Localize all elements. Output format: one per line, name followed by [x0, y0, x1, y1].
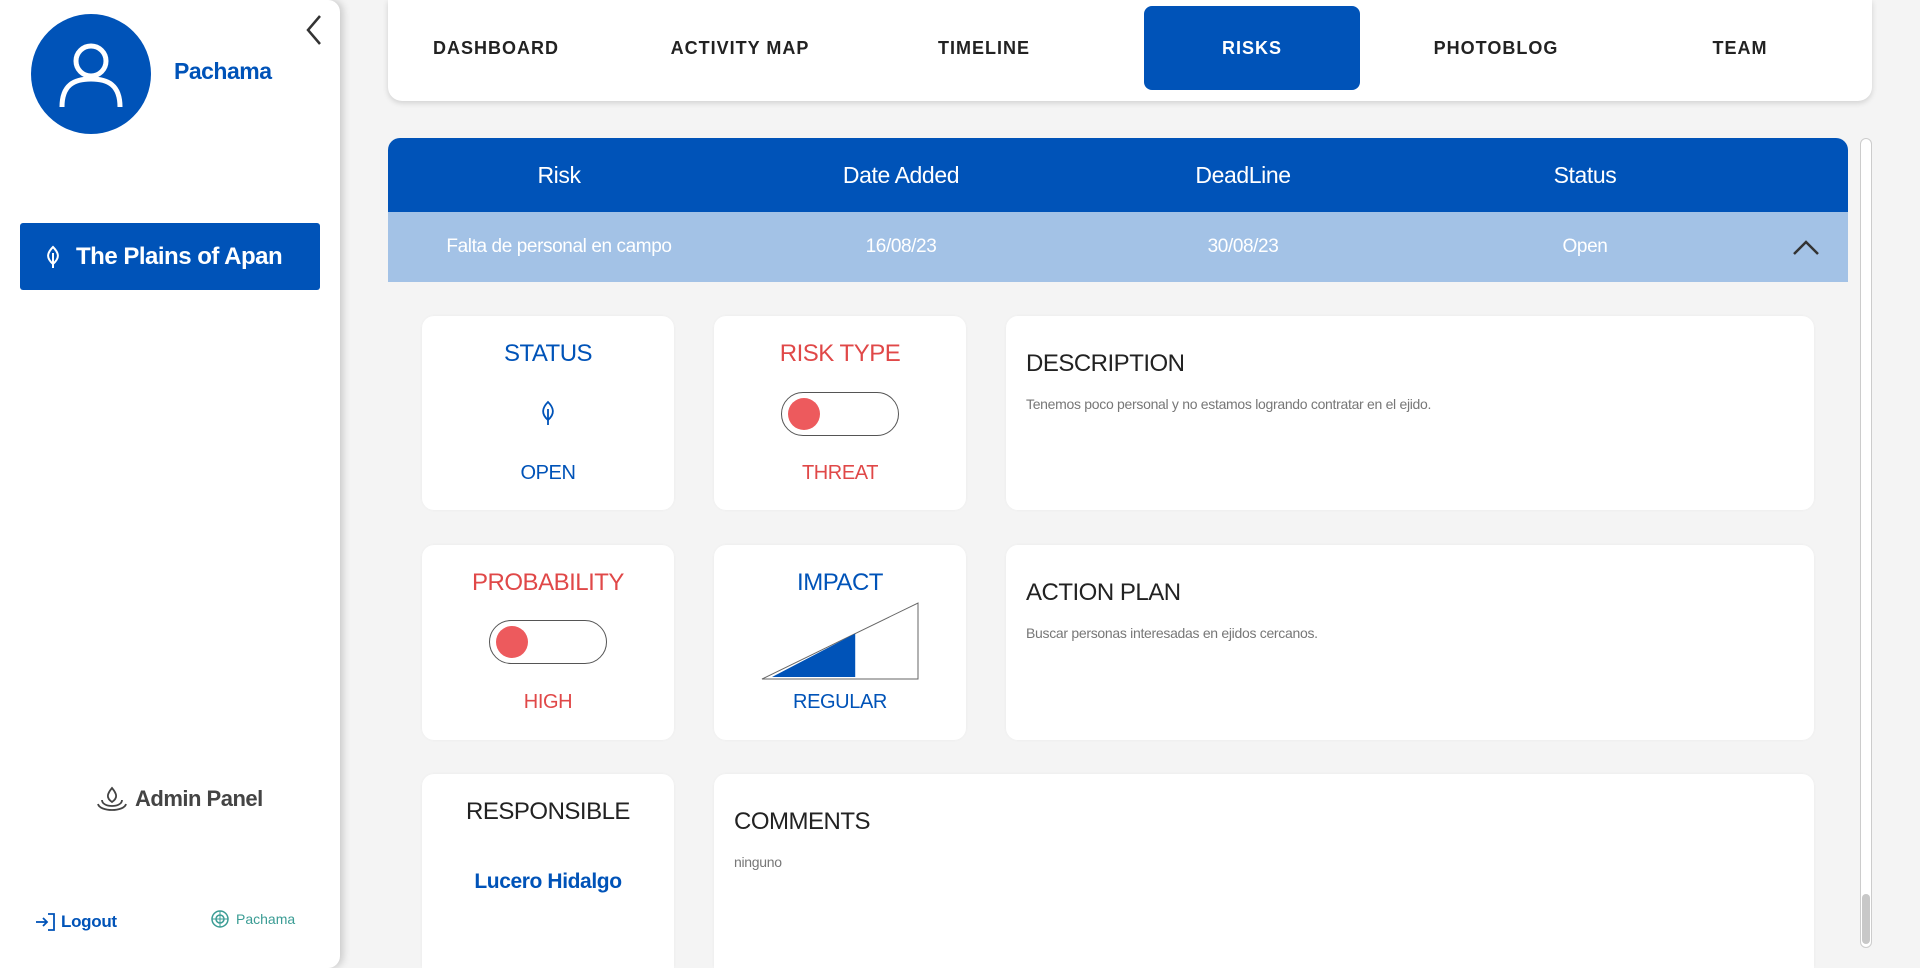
impact-value: REGULAR: [793, 691, 887, 713]
leaf-icon: [47, 245, 59, 268]
impact-card: IMPACT REGULAR: [714, 545, 966, 740]
header-status: Status: [1553, 161, 1617, 188]
probability-card: PROBABILITY HIGH: [422, 545, 674, 740]
action-plan-text: Buscar personas interesadas en ejidos ce…: [1026, 625, 1318, 641]
row-deadline: 30/08/23: [1207, 236, 1279, 257]
tab-team[interactable]: TEAM: [1632, 6, 1848, 90]
collapse-sidebar-button[interactable]: [300, 10, 330, 50]
admin-panel-label: Admin Panel: [135, 786, 263, 811]
toggle-knob: [788, 398, 820, 430]
header-deadline: DeadLine: [1195, 161, 1291, 188]
status-title: STATUS: [503, 340, 593, 367]
tab-timeline[interactable]: TIMELINE: [876, 6, 1092, 90]
project-label: The Plains of Apan: [76, 242, 283, 270]
project-button[interactable]: The Plains of Apan: [20, 223, 320, 290]
comments-card: COMMENTS ninguno: [714, 774, 1814, 968]
tab-activity-map[interactable]: ACTIVITY MAP: [632, 6, 848, 90]
description-text: Tenemos poco personal y no estamos logra…: [1026, 396, 1432, 412]
drop-icon: [97, 786, 127, 811]
scrollbar-thumb[interactable]: [1862, 894, 1870, 944]
tab-photoblog[interactable]: PHOTOBLOG: [1388, 6, 1604, 90]
risk-type-card: RISK TYPE THREAT: [714, 316, 966, 510]
impact-title: IMPACT: [797, 569, 883, 596]
table-row[interactable]: Falta de personal en campo 16/08/23 30/0…: [388, 212, 1848, 282]
sidebar: Pachama The Plains of Apan Admin Panel L…: [0, 0, 340, 968]
toggle-knob: [496, 626, 528, 658]
avatar: [31, 14, 151, 134]
chevron-up-icon: [1793, 240, 1819, 255]
user-name: Pachama: [174, 58, 272, 84]
probability-value: HIGH: [523, 691, 573, 713]
tab-dashboard[interactable]: DASHBOARD: [388, 6, 604, 90]
main-tabs: DASHBOARD ACTIVITY MAP TIMELINE RISKS PH…: [388, 0, 1872, 101]
logout-label: Logout: [61, 912, 117, 931]
probability-title: PROBABILITY: [472, 569, 624, 596]
chevron-left-icon: [306, 15, 321, 45]
responsible-name: Lucero Hidalgo: [474, 870, 622, 893]
risk-type-toggle[interactable]: [781, 392, 899, 436]
description-card: DESCRIPTION Tenemos poco personal y no e…: [1006, 316, 1814, 510]
probability-toggle[interactable]: [489, 620, 607, 664]
row-collapse-button[interactable]: [1786, 232, 1826, 262]
row-date-added: 16/08/23: [865, 236, 937, 257]
row-risk: Falta de personal en campo: [446, 236, 672, 257]
responsible-title: RESPONSIBLE: [466, 798, 630, 825]
header-risk: Risk: [537, 161, 581, 188]
user-icon: [59, 43, 123, 108]
pachama-logo-icon: [211, 910, 229, 928]
tab-risks[interactable]: RISKS: [1144, 6, 1360, 90]
brand-logo: Pachama: [210, 909, 295, 929]
status-card: STATUS OPEN: [422, 316, 674, 510]
comments-title: COMMENTS: [734, 808, 871, 835]
header-date-added: Date Added: [842, 161, 960, 188]
brand-label: Pachama: [236, 911, 296, 927]
scrollbar[interactable]: [1860, 138, 1872, 948]
risk-type-value: THREAT: [801, 462, 879, 484]
admin-panel-link[interactable]: Admin Panel: [97, 786, 263, 812]
impact-gauge: [761, 602, 919, 680]
risk-table-header: Risk Date Added DeadLine Status: [388, 138, 1848, 212]
description-title: DESCRIPTION: [1026, 350, 1185, 377]
logout-link[interactable]: Logout: [35, 912, 117, 932]
risk-type-title: RISK TYPE: [779, 340, 901, 367]
login-arrow-icon: [36, 913, 55, 931]
action-plan-title: ACTION PLAN: [1026, 579, 1181, 606]
responsible-card: RESPONSIBLE Lucero Hidalgo: [422, 774, 674, 968]
action-plan-card: ACTION PLAN Buscar personas interesadas …: [1006, 545, 1814, 740]
comments-text: ninguno: [734, 854, 782, 870]
status-value: OPEN: [520, 462, 576, 484]
row-status: Open: [1562, 236, 1608, 257]
leaf-icon: [542, 400, 554, 425]
